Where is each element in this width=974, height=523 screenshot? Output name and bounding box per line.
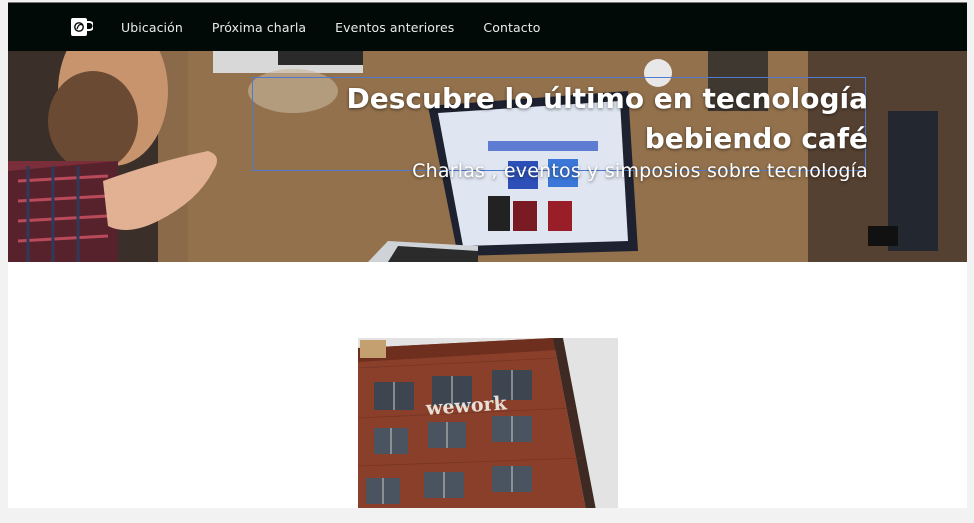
page: Ubicación Próxima charla Eventos anterio… [8,2,967,508]
hero-title-line-1: Descubre lo último en tecnología [346,82,868,115]
nav-link-proxima-charla[interactable]: Próxima charla [212,20,306,35]
nav-link-eventos-anteriores[interactable]: Eventos anteriores [335,20,454,35]
hero-title: Descubre lo último en tecnología bebiend… [308,79,868,159]
nav-link-contacto[interactable]: Contacto [483,20,540,35]
nav-links: Ubicación Próxima charla Eventos anterio… [121,3,570,51]
navbar: Ubicación Próxima charla Eventos anterio… [8,3,967,51]
hero-title-line-2: bebiendo café [644,122,868,155]
venue-building-image: wework [358,338,618,508]
hero-subtitle: Charlas , eventos y simposios sobre tecn… [412,160,868,182]
building-photo: wework [358,338,618,508]
coffee-cup-logo-icon[interactable] [71,17,93,37]
nav-link-ubicacion[interactable]: Ubicación [121,20,183,35]
hero-banner: Descubre lo último en tecnología bebiend… [8,51,967,262]
